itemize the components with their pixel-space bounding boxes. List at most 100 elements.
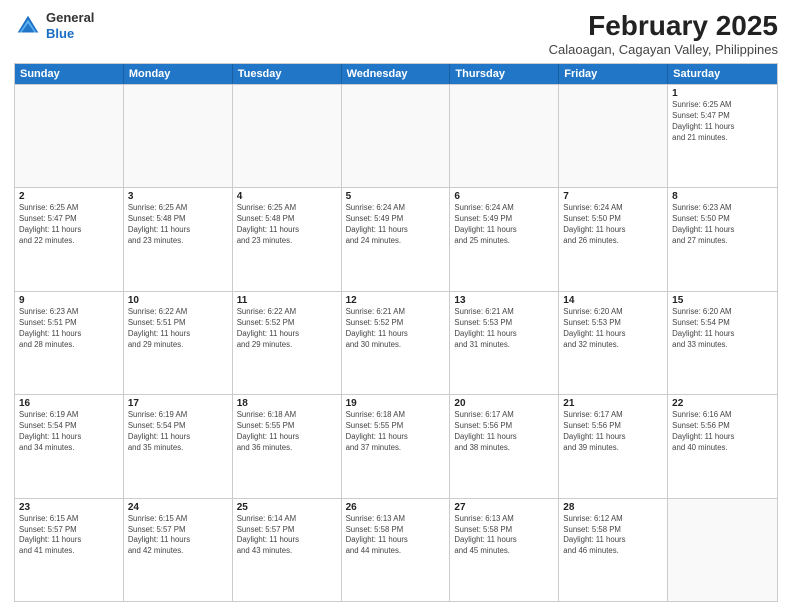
weekday-header: Tuesday <box>233 64 342 84</box>
weekday-header: Sunday <box>15 64 124 84</box>
day-info: Sunrise: 6:23 AM Sunset: 5:51 PM Dayligh… <box>19 307 119 351</box>
calendar-header: SundayMondayTuesdayWednesdayThursdayFrid… <box>15 64 777 84</box>
day-number: 16 <box>19 398 119 409</box>
day-info: Sunrise: 6:18 AM Sunset: 5:55 PM Dayligh… <box>237 410 337 454</box>
day-info: Sunrise: 6:13 AM Sunset: 5:58 PM Dayligh… <box>454 514 554 558</box>
title-block: February 2025 Calaoagan, Cagayan Valley,… <box>549 10 778 57</box>
day-info: Sunrise: 6:15 AM Sunset: 5:57 PM Dayligh… <box>19 514 119 558</box>
day-number: 17 <box>128 398 228 409</box>
calendar-cell <box>559 85 668 187</box>
day-number: 9 <box>19 295 119 306</box>
calendar-cell: 3Sunrise: 6:25 AM Sunset: 5:48 PM Daylig… <box>124 188 233 290</box>
calendar-body: 1Sunrise: 6:25 AM Sunset: 5:47 PM Daylig… <box>15 84 777 601</box>
calendar-cell <box>450 85 559 187</box>
calendar-cell: 5Sunrise: 6:24 AM Sunset: 5:49 PM Daylig… <box>342 188 451 290</box>
calendar-cell: 22Sunrise: 6:16 AM Sunset: 5:56 PM Dayli… <box>668 395 777 497</box>
calendar-cell: 16Sunrise: 6:19 AM Sunset: 5:54 PM Dayli… <box>15 395 124 497</box>
day-number: 19 <box>346 398 446 409</box>
header: General Blue February 2025 Calaoagan, Ca… <box>14 10 778 57</box>
day-number: 12 <box>346 295 446 306</box>
calendar-row: 23Sunrise: 6:15 AM Sunset: 5:57 PM Dayli… <box>15 498 777 601</box>
day-info: Sunrise: 6:15 AM Sunset: 5:57 PM Dayligh… <box>128 514 228 558</box>
calendar-row: 9Sunrise: 6:23 AM Sunset: 5:51 PM Daylig… <box>15 291 777 394</box>
calendar-cell <box>342 85 451 187</box>
day-number: 2 <box>19 191 119 202</box>
weekday-header: Friday <box>559 64 668 84</box>
calendar-cell <box>233 85 342 187</box>
calendar-row: 16Sunrise: 6:19 AM Sunset: 5:54 PM Dayli… <box>15 394 777 497</box>
calendar-cell: 4Sunrise: 6:25 AM Sunset: 5:48 PM Daylig… <box>233 188 342 290</box>
day-info: Sunrise: 6:13 AM Sunset: 5:58 PM Dayligh… <box>346 514 446 558</box>
day-number: 1 <box>672 88 773 99</box>
day-info: Sunrise: 6:25 AM Sunset: 5:48 PM Dayligh… <box>128 203 228 247</box>
day-number: 25 <box>237 502 337 513</box>
day-info: Sunrise: 6:19 AM Sunset: 5:54 PM Dayligh… <box>19 410 119 454</box>
day-number: 22 <box>672 398 773 409</box>
calendar: SundayMondayTuesdayWednesdayThursdayFrid… <box>14 63 778 602</box>
day-number: 8 <box>672 191 773 202</box>
calendar-cell: 9Sunrise: 6:23 AM Sunset: 5:51 PM Daylig… <box>15 292 124 394</box>
day-info: Sunrise: 6:17 AM Sunset: 5:56 PM Dayligh… <box>563 410 663 454</box>
day-info: Sunrise: 6:24 AM Sunset: 5:50 PM Dayligh… <box>563 203 663 247</box>
calendar-cell: 26Sunrise: 6:13 AM Sunset: 5:58 PM Dayli… <box>342 499 451 601</box>
calendar-cell: 11Sunrise: 6:22 AM Sunset: 5:52 PM Dayli… <box>233 292 342 394</box>
day-info: Sunrise: 6:20 AM Sunset: 5:54 PM Dayligh… <box>672 307 773 351</box>
calendar-cell: 12Sunrise: 6:21 AM Sunset: 5:52 PM Dayli… <box>342 292 451 394</box>
day-number: 28 <box>563 502 663 513</box>
calendar-cell: 13Sunrise: 6:21 AM Sunset: 5:53 PM Dayli… <box>450 292 559 394</box>
logo-icon <box>14 12 42 40</box>
day-number: 4 <box>237 191 337 202</box>
logo-text: General Blue <box>46 10 94 41</box>
day-info: Sunrise: 6:22 AM Sunset: 5:51 PM Dayligh… <box>128 307 228 351</box>
calendar-cell: 25Sunrise: 6:14 AM Sunset: 5:57 PM Dayli… <box>233 499 342 601</box>
day-number: 23 <box>19 502 119 513</box>
weekday-header: Thursday <box>450 64 559 84</box>
day-info: Sunrise: 6:25 AM Sunset: 5:48 PM Dayligh… <box>237 203 337 247</box>
day-number: 3 <box>128 191 228 202</box>
day-number: 21 <box>563 398 663 409</box>
calendar-cell: 21Sunrise: 6:17 AM Sunset: 5:56 PM Dayli… <box>559 395 668 497</box>
calendar-cell: 17Sunrise: 6:19 AM Sunset: 5:54 PM Dayli… <box>124 395 233 497</box>
day-info: Sunrise: 6:25 AM Sunset: 5:47 PM Dayligh… <box>672 100 773 144</box>
day-info: Sunrise: 6:24 AM Sunset: 5:49 PM Dayligh… <box>454 203 554 247</box>
day-info: Sunrise: 6:18 AM Sunset: 5:55 PM Dayligh… <box>346 410 446 454</box>
day-info: Sunrise: 6:25 AM Sunset: 5:47 PM Dayligh… <box>19 203 119 247</box>
calendar-cell: 19Sunrise: 6:18 AM Sunset: 5:55 PM Dayli… <box>342 395 451 497</box>
day-number: 13 <box>454 295 554 306</box>
day-info: Sunrise: 6:19 AM Sunset: 5:54 PM Dayligh… <box>128 410 228 454</box>
calendar-row: 2Sunrise: 6:25 AM Sunset: 5:47 PM Daylig… <box>15 187 777 290</box>
calendar-cell: 6Sunrise: 6:24 AM Sunset: 5:49 PM Daylig… <box>450 188 559 290</box>
day-info: Sunrise: 6:12 AM Sunset: 5:58 PM Dayligh… <box>563 514 663 558</box>
calendar-cell <box>124 85 233 187</box>
day-info: Sunrise: 6:22 AM Sunset: 5:52 PM Dayligh… <box>237 307 337 351</box>
logo: General Blue <box>14 10 94 41</box>
day-info: Sunrise: 6:17 AM Sunset: 5:56 PM Dayligh… <box>454 410 554 454</box>
calendar-cell: 15Sunrise: 6:20 AM Sunset: 5:54 PM Dayli… <box>668 292 777 394</box>
page: General Blue February 2025 Calaoagan, Ca… <box>0 0 792 612</box>
day-info: Sunrise: 6:23 AM Sunset: 5:50 PM Dayligh… <box>672 203 773 247</box>
day-info: Sunrise: 6:21 AM Sunset: 5:53 PM Dayligh… <box>454 307 554 351</box>
calendar-cell <box>15 85 124 187</box>
weekday-header: Saturday <box>668 64 777 84</box>
calendar-cell: 27Sunrise: 6:13 AM Sunset: 5:58 PM Dayli… <box>450 499 559 601</box>
day-info: Sunrise: 6:14 AM Sunset: 5:57 PM Dayligh… <box>237 514 337 558</box>
calendar-cell: 1Sunrise: 6:25 AM Sunset: 5:47 PM Daylig… <box>668 85 777 187</box>
calendar-cell: 2Sunrise: 6:25 AM Sunset: 5:47 PM Daylig… <box>15 188 124 290</box>
calendar-cell: 23Sunrise: 6:15 AM Sunset: 5:57 PM Dayli… <box>15 499 124 601</box>
day-number: 14 <box>563 295 663 306</box>
calendar-cell: 14Sunrise: 6:20 AM Sunset: 5:53 PM Dayli… <box>559 292 668 394</box>
day-info: Sunrise: 6:20 AM Sunset: 5:53 PM Dayligh… <box>563 307 663 351</box>
day-number: 10 <box>128 295 228 306</box>
calendar-cell <box>668 499 777 601</box>
calendar-cell: 7Sunrise: 6:24 AM Sunset: 5:50 PM Daylig… <box>559 188 668 290</box>
calendar-cell: 20Sunrise: 6:17 AM Sunset: 5:56 PM Dayli… <box>450 395 559 497</box>
calendar-cell: 18Sunrise: 6:18 AM Sunset: 5:55 PM Dayli… <box>233 395 342 497</box>
day-info: Sunrise: 6:21 AM Sunset: 5:52 PM Dayligh… <box>346 307 446 351</box>
day-number: 15 <box>672 295 773 306</box>
day-info: Sunrise: 6:24 AM Sunset: 5:49 PM Dayligh… <box>346 203 446 247</box>
day-number: 26 <box>346 502 446 513</box>
day-info: Sunrise: 6:16 AM Sunset: 5:56 PM Dayligh… <box>672 410 773 454</box>
day-number: 6 <box>454 191 554 202</box>
calendar-cell: 10Sunrise: 6:22 AM Sunset: 5:51 PM Dayli… <box>124 292 233 394</box>
day-number: 24 <box>128 502 228 513</box>
